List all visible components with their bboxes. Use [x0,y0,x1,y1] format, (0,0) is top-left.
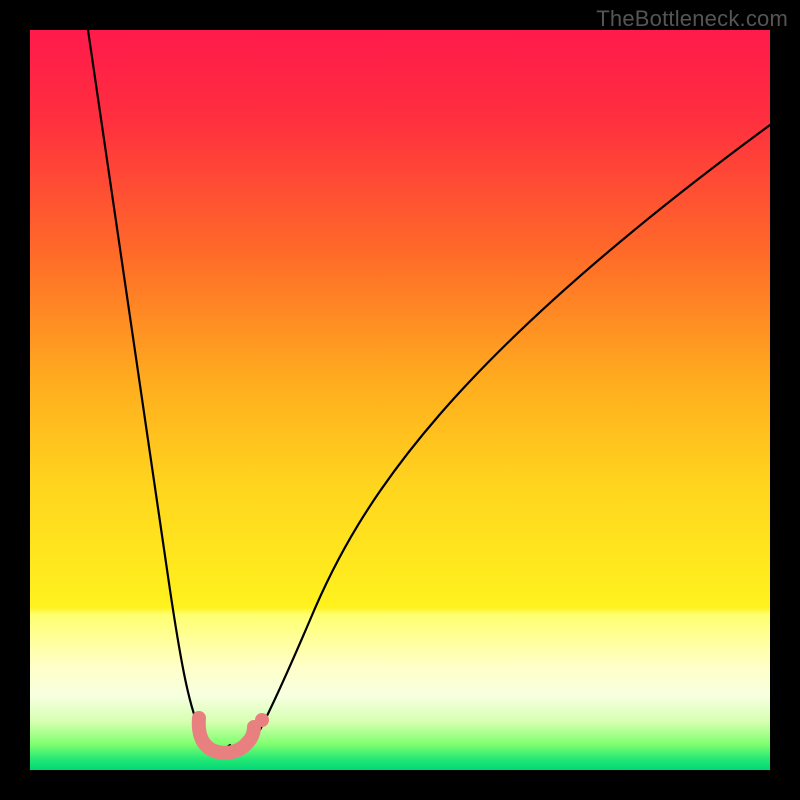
chart-svg [30,30,770,770]
outer-frame: TheBottleneck.com [0,0,800,800]
gradient-background [30,30,770,770]
bowl-dot [255,713,269,727]
watermark-text: TheBottleneck.com [596,6,788,32]
plot-area [30,30,770,770]
